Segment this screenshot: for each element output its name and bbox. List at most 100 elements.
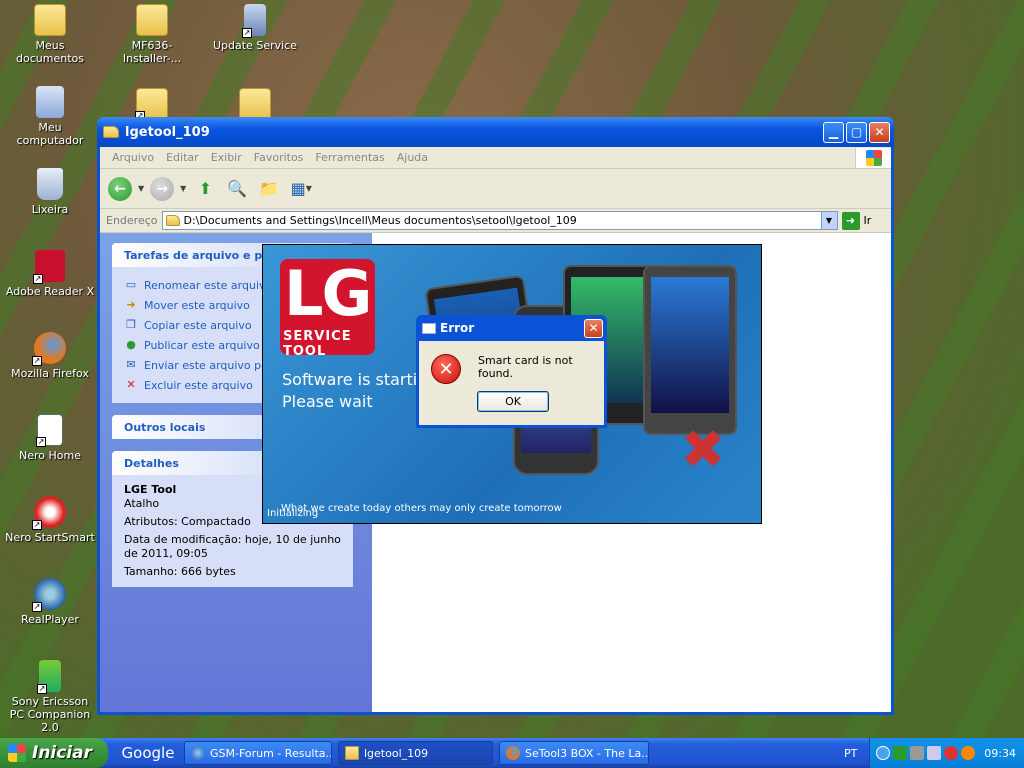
- desktop-icon-meu-computador[interactable]: Meu computador: [5, 86, 95, 147]
- desktop-icon-meus-documentos[interactable]: Meus documentos: [5, 4, 95, 65]
- service-tool-text: SERVICE TOOL: [283, 329, 352, 359]
- address-bar: Endereço D:\Documents and Settings\Incel…: [100, 209, 891, 233]
- maximize-button[interactable]: ▢: [846, 121, 867, 143]
- volume-icon[interactable]: [927, 746, 942, 760]
- desktop-icon-update-service[interactable]: ↗ Update Service: [210, 4, 300, 52]
- globe-icon: ●: [126, 338, 136, 351]
- address-dropdown-icon[interactable]: ▼: [820, 212, 837, 229]
- menu-favoritos[interactable]: Favoritos: [250, 151, 308, 164]
- minimize-button[interactable]: ▁: [823, 121, 844, 143]
- start-button[interactable]: Iniciar: [0, 738, 108, 768]
- task-label: Enviar este arquivo por: [144, 358, 273, 372]
- windows-logo-icon: [855, 147, 891, 168]
- sony-ericsson-icon: ↗: [37, 660, 61, 694]
- window-title: lgetool_109: [125, 124, 210, 140]
- address-text: D:\Documents and Settings\Incell\Meus do…: [183, 214, 577, 227]
- forward-dropdown-icon[interactable]: ▼: [180, 184, 186, 193]
- splash-starting-text: Software is starting: [282, 370, 438, 389]
- window-icon: [422, 322, 436, 334]
- taskbar-item-label: GSM-Forum - Resulta...: [210, 746, 332, 760]
- desktop-icon-sony-ericsson[interactable]: ↗ Sony Ericsson PC Companion 2.0: [5, 660, 95, 734]
- task-label: Copiar este arquivo: [144, 318, 252, 332]
- menu-arquivo[interactable]: Arquivo: [108, 151, 158, 164]
- sync-icon[interactable]: [910, 746, 925, 760]
- clock[interactable]: 09:34: [984, 747, 1016, 760]
- desktop-icon-label: Sony Ericsson PC Companion 2.0: [9, 695, 91, 734]
- desktop-icon-label: Mozilla Firefox: [11, 367, 89, 380]
- adobe-reader-icon: ↗: [33, 250, 65, 284]
- desktop-icon-label: Nero Home: [19, 449, 81, 462]
- splash-wait-text: Please wait: [282, 392, 373, 411]
- address-label: Endereço: [106, 214, 158, 227]
- desktop-icon-adobe-reader[interactable]: ↗ Adobe Reader X: [5, 250, 95, 298]
- taskbar-item-gsm-forum[interactable]: GSM-Forum - Resulta...: [184, 741, 332, 765]
- error-close-button[interactable]: ✕: [584, 318, 603, 338]
- lg-logo-text: LG: [284, 257, 372, 330]
- error-dialog-titlebar[interactable]: Error ✕: [419, 315, 604, 341]
- desktop-icon-label: Nero StartSmart: [5, 531, 95, 544]
- menu-exibir[interactable]: Exibir: [207, 151, 246, 164]
- desktop-icon-label: Meus documentos: [16, 39, 84, 65]
- ok-button[interactable]: OK: [477, 391, 549, 412]
- copy-icon: ❐: [126, 318, 136, 331]
- firefox-icon: [506, 746, 520, 760]
- taskbar-item-label: lgetool_109: [364, 746, 429, 760]
- forward-button[interactable]: →: [150, 176, 175, 201]
- task-label: Publicar este arquivo na: [144, 338, 277, 352]
- desktop-icon-mf636-installer[interactable]: MF636-Installer-...: [107, 4, 197, 65]
- desktop-icon-label: Update Service: [213, 39, 297, 52]
- taskbar-item-setool[interactable]: SeTool3 BOX - The La...: [499, 741, 649, 765]
- back-dropdown-icon[interactable]: ▼: [138, 184, 144, 193]
- desktop-icon-realplayer[interactable]: ↗ RealPlayer: [5, 578, 95, 626]
- menu-editar[interactable]: Editar: [162, 151, 203, 164]
- views-button[interactable]: ▦ ▼: [288, 176, 314, 202]
- up-folder-button[interactable]: ⬆: [192, 176, 218, 202]
- details-size: Tamanho: 666 bytes: [124, 565, 236, 578]
- go-label: Ir: [863, 214, 872, 227]
- task-label: Mover este arquivo: [144, 298, 250, 312]
- error-message: Smart card is not found.: [478, 354, 573, 380]
- folder-icon: ↗: [135, 88, 168, 121]
- lg-service-tool-logo: LG SERVICE TOOL: [280, 257, 375, 359]
- tray-expand-icon[interactable]: [876, 746, 891, 760]
- wrench-screwdriver-icon: ✖: [680, 418, 726, 481]
- toolbar: ← ▼ → ▼ ⬆ 🔍 📁 ▦ ▼: [100, 169, 891, 209]
- folder-icon: [165, 215, 180, 226]
- desktop-icon-lixeira[interactable]: Lixeira: [5, 168, 95, 216]
- folder-icon: [239, 88, 271, 120]
- security-icon[interactable]: [944, 746, 959, 760]
- start-label: Iniciar: [32, 743, 93, 763]
- desktop-icon-label: Lixeira: [31, 203, 69, 216]
- folder-icon: [103, 126, 119, 138]
- realplayer-icon: ↗: [32, 578, 66, 612]
- rename-icon: ▭: [125, 278, 137, 291]
- menu-bar: Arquivo Editar Exibir Favoritos Ferramen…: [100, 147, 891, 169]
- update-icon[interactable]: [961, 746, 976, 760]
- menu-ferramentas[interactable]: Ferramentas: [311, 151, 388, 164]
- close-button[interactable]: ✕: [869, 121, 890, 143]
- desktop-icon-label: RealPlayer: [21, 613, 79, 626]
- ie-icon: [191, 746, 205, 760]
- menu-ajuda[interactable]: Ajuda: [393, 151, 432, 164]
- search-button[interactable]: 🔍: [224, 176, 250, 202]
- desktop-icon-firefox[interactable]: ↗ Mozilla Firefox: [5, 332, 95, 380]
- language-indicator[interactable]: PT: [844, 747, 869, 760]
- go-arrow-icon: ➜: [841, 211, 860, 230]
- splash-tagline: What we create today others may only cre…: [281, 503, 562, 514]
- error-dialog-title: Error: [440, 321, 475, 335]
- desktop-icon-label: Adobe Reader X: [5, 285, 95, 298]
- desktop-icon-nero-startsmart[interactable]: ↗ Nero StartSmart: [5, 496, 95, 544]
- address-input[interactable]: D:\Documents and Settings\Incell\Meus do…: [161, 211, 838, 230]
- task-label: Renomear este arquivo: [144, 278, 273, 292]
- folders-button[interactable]: 📁: [256, 176, 282, 202]
- system-tray: 09:34: [869, 738, 1024, 768]
- desktop-icon-label: MF636-Installer-...: [122, 39, 182, 65]
- taskbar-item-lgetool[interactable]: lgetool_109: [338, 741, 493, 765]
- desktop-icon-nero-home[interactable]: ↗ Nero Home: [5, 414, 95, 462]
- back-button[interactable]: ←: [108, 176, 132, 201]
- error-dialog-body: ✕ Smart card is not found. OK: [419, 341, 604, 425]
- go-button[interactable]: ➜ Ir: [841, 211, 872, 230]
- network-icon[interactable]: [893, 746, 908, 760]
- window-titlebar[interactable]: lgetool_109 ▁ ▢ ✕: [97, 117, 894, 147]
- google-toolbar[interactable]: Google: [118, 741, 178, 765]
